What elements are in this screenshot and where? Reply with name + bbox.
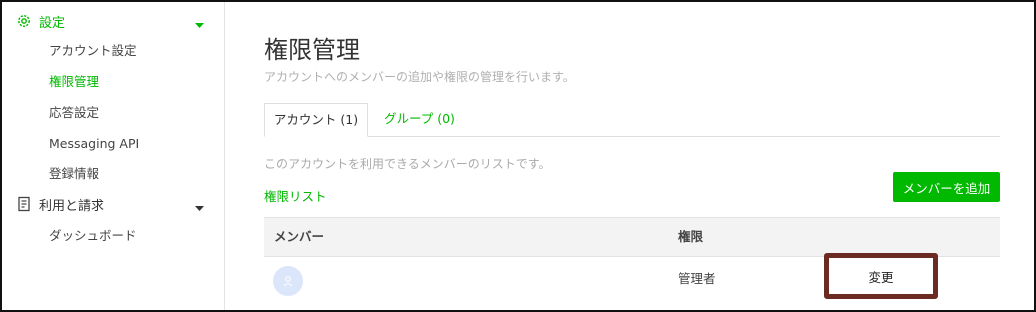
user-icon (283, 276, 293, 287)
sidebar-item-messaging-api[interactable]: Messaging API (49, 134, 139, 154)
sidebar-item-response-settings[interactable]: 応答設定 (49, 103, 99, 123)
add-member-button[interactable]: メンバーを追加 (893, 172, 1000, 202)
sidebar-item-dashboard[interactable]: ダッシュボード (49, 226, 137, 246)
sidebar-item-permissions[interactable]: 権限管理 (49, 72, 99, 92)
avatar (273, 266, 303, 296)
sidebar-section-label: 利用と請求 (39, 198, 105, 214)
sidebar-item-registration-info[interactable]: 登録情報 (49, 164, 99, 184)
table-row: 管理者 変更 (264, 253, 1000, 310)
column-header-member: メンバー (274, 229, 325, 244)
sidebar-item-account-settings[interactable]: アカウント設定 (49, 41, 137, 61)
sidebar: 設定 アカウント設定 権限管理 応答設定 Messaging API 登録情報 … (2, 2, 225, 310)
tab-bar: アカウント (1) グループ (0) (264, 103, 1000, 137)
app-window: 設定 アカウント設定 権限管理 応答設定 Messaging API 登録情報 … (0, 0, 1036, 312)
member-list-description: このアカウントを利用できるメンバーのリストです。 (264, 157, 551, 171)
member-table: メンバー 権限 管理者 変更 (264, 217, 1000, 310)
tab-account[interactable]: アカウント (1) (264, 103, 368, 137)
column-header-permission: 権限 (678, 229, 704, 244)
member-role: 管理者 (678, 271, 716, 286)
sidebar-section-billing[interactable]: 利用と請求 (2, 189, 224, 219)
caret-down-icon (195, 18, 204, 33)
sidebar-section-label: 設定 (39, 15, 66, 31)
main-content: 権限管理 アカウントへのメンバーの追加や権限の管理を行います。 アカウント (1… (225, 2, 1034, 310)
sidebar-section-settings[interactable]: 設定 (2, 6, 224, 36)
page-title: 権限管理 (264, 36, 360, 64)
change-permission-button[interactable]: 変更 (824, 253, 938, 299)
tab-group[interactable]: グループ (0) (384, 103, 455, 136)
caret-down-icon (195, 201, 204, 216)
document-icon (16, 196, 32, 212)
gear-icon (16, 13, 32, 29)
permission-list-link[interactable]: 権限リスト (264, 186, 327, 205)
page-description: アカウントへのメンバーの追加や権限の管理を行います。 (264, 70, 575, 84)
table-header: メンバー 権限 (264, 217, 1000, 257)
